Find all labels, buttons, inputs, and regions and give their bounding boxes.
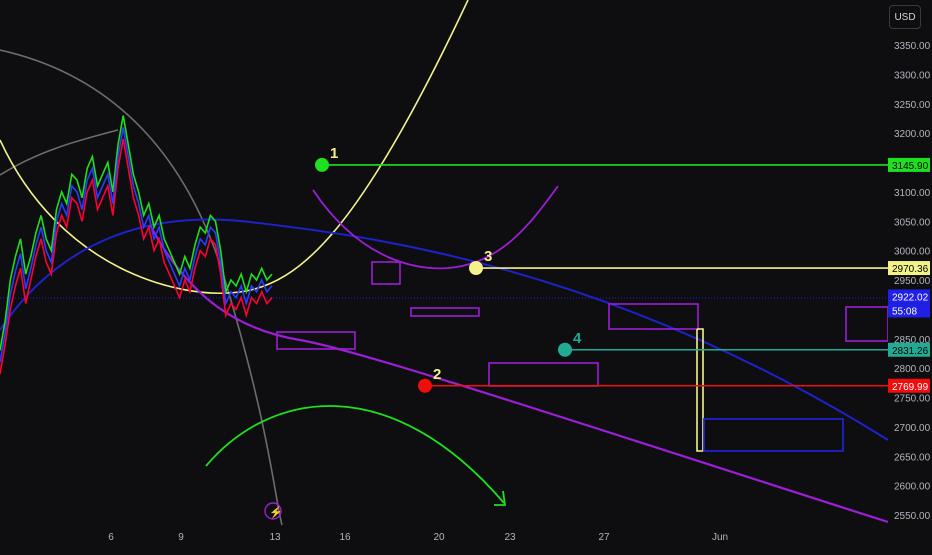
price-tick-label: 2750.00 (894, 394, 931, 405)
level-number-3: 3 (484, 248, 492, 265)
price-tick-label: 3050.00 (894, 217, 931, 228)
price-tick-label: 3000.00 (894, 247, 931, 258)
price-tag-text-level-4: 2831.26 (892, 346, 929, 357)
time-tick-label: 20 (433, 532, 445, 543)
price-tick-label: 3350.00 (894, 41, 931, 52)
price-tick-label: 3250.00 (894, 100, 931, 111)
price-tag-text-level-1: 3145.90 (892, 161, 929, 172)
lightning-icon: ⚡ (269, 506, 283, 519)
time-tick-label: 23 (504, 532, 516, 543)
level-marker-2[interactable] (418, 378, 432, 393)
price-tag-text-current-price: 2922.02 (892, 292, 929, 303)
time-tick-label: Jun (712, 532, 728, 543)
price-tick-label: 2800.00 (894, 364, 931, 375)
price-tag-text-level-2: 2769.99 (892, 382, 929, 393)
level-number-1: 1 (330, 145, 338, 162)
currency-button[interactable]: USD (889, 5, 921, 29)
chart-background (0, 0, 932, 550)
price-tick-label: 3100.00 (894, 188, 931, 199)
price-tick-label: 2600.00 (894, 482, 931, 493)
price-tag-text-level-3: 2970.36 (892, 264, 929, 275)
time-tick-label: 13 (269, 532, 281, 543)
price-tick-label: 3300.00 (894, 70, 931, 81)
level-marker-3[interactable] (469, 261, 483, 276)
price-tick-label: 2700.00 (894, 423, 931, 434)
level-number-2: 2 (433, 366, 441, 383)
time-tick-label: 6 (108, 532, 114, 543)
level-marker-4[interactable] (558, 342, 572, 357)
level-number-4: 4 (573, 330, 582, 347)
price-chart[interactable]: ⚡ 1342 3350.003300.003250.003200.003150.… (0, 0, 932, 550)
time-tick-label: 27 (598, 532, 610, 543)
time-tick-label: 16 (339, 532, 351, 543)
time-tick-label: 9 (178, 532, 184, 543)
level-marker-1[interactable] (315, 157, 329, 172)
price-tag-text-countdown: 55:08 (892, 306, 917, 317)
chart-root: ⚡ 1342 3350.003300.003250.003200.003150.… (0, 0, 932, 550)
price-tick-label: 3200.00 (894, 129, 931, 140)
price-tick-label: 2550.00 (894, 511, 931, 522)
price-tick-label: 2650.00 (894, 452, 931, 463)
price-tick-label: 2950.00 (894, 276, 931, 287)
